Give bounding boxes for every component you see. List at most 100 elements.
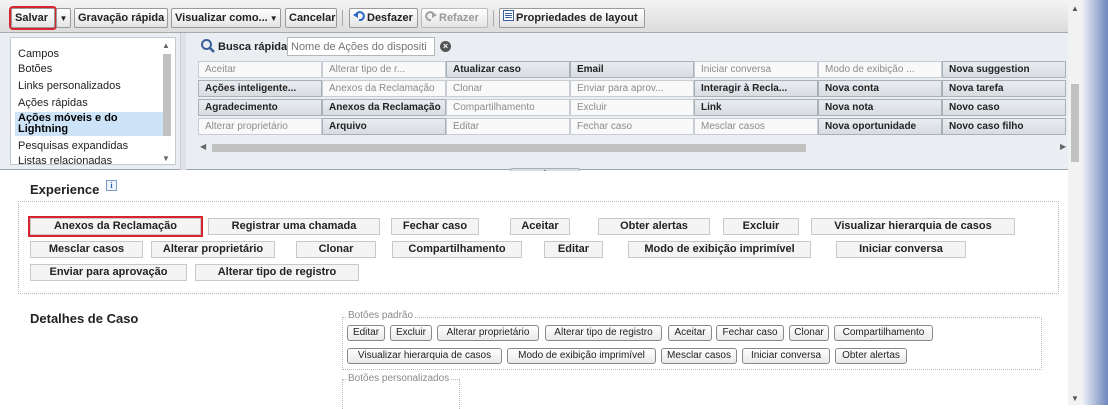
redo-button[interactable]: Refazer: [421, 8, 488, 28]
undo-button[interactable]: Desfazer: [349, 8, 418, 28]
scrollbar-thumb[interactable]: [163, 54, 171, 136]
standard-button[interactable]: Excluir: [390, 325, 432, 341]
scroll-right-icon[interactable]: ▶: [1060, 142, 1066, 151]
layout-properties-button[interactable]: Propriedades de layout: [499, 8, 645, 28]
standard-button[interactable]: Mesclar casos: [661, 348, 737, 364]
scroll-up-icon[interactable]: ▲: [1071, 4, 1079, 13]
layout-action-button[interactable]: Registrar uma chamada: [208, 218, 380, 235]
layout-action-button[interactable]: Obter alertas: [598, 218, 710, 235]
layout-editor-toolbar: Salvar ▼ Gravação rápida Visualizar como…: [0, 0, 1068, 33]
undo-icon: [353, 9, 365, 27]
layout-action-button[interactable]: Aceitar: [510, 218, 570, 235]
layout-action-button[interactable]: Alterar proprietário: [151, 241, 275, 258]
palette-action-item[interactable]: Compartilhamento: [446, 99, 570, 116]
page-layout-canvas: Experience i Detalhes de Caso Botões pad…: [0, 171, 1068, 409]
category-custom-links[interactable]: Links personalizados: [18, 81, 158, 92]
layout-action-button[interactable]: Clonar: [296, 241, 376, 258]
layout-action-button[interactable]: Mesclar casos: [30, 241, 143, 258]
redo-icon: [425, 9, 437, 27]
undo-label: Desfazer: [367, 12, 413, 24]
category-mobile-lightning-actions[interactable]: Ações móveis e do Lightning: [15, 112, 167, 136]
case-details-section-title: Detalhes de Caso: [30, 311, 139, 326]
layout-action-button[interactable]: Anexos da Reclamação: [28, 216, 203, 237]
palette-action-item[interactable]: Email: [570, 61, 694, 78]
layout-action-button[interactable]: Editar: [544, 241, 603, 258]
view-as-button[interactable]: Visualizar como... ▼: [171, 8, 281, 28]
category-fields[interactable]: Campos: [18, 49, 158, 60]
standard-button[interactable]: Iniciar conversa: [742, 348, 830, 364]
palette-action-item[interactable]: Atualizar caso: [446, 61, 570, 78]
palette-action-item[interactable]: Iniciar conversa: [694, 61, 818, 78]
toolbar-divider: [342, 10, 343, 26]
layout-action-button[interactable]: Excluir: [723, 218, 799, 235]
layout-action-button[interactable]: Modo de exibição imprimível: [628, 241, 811, 258]
palette-action-item[interactable]: Enviar para aprov...: [570, 80, 694, 97]
category-list-scrollbar[interactable]: ▲ ▼: [162, 41, 172, 163]
palette-action-item[interactable]: Ações inteligente...: [198, 80, 322, 97]
palette-action-item[interactable]: Alterar proprietário: [198, 118, 322, 135]
layout-properties-label: Propriedades de layout: [516, 12, 638, 24]
scroll-down-icon[interactable]: ▼: [1071, 394, 1079, 403]
palette-action-item[interactable]: Novo caso filho: [942, 118, 1066, 135]
standard-button[interactable]: Alterar tipo de registro: [545, 325, 662, 341]
palette-action-item[interactable]: Fechar caso: [570, 118, 694, 135]
palette-splitter[interactable]: [180, 33, 186, 170]
layout-action-button[interactable]: Iniciar conversa: [836, 241, 966, 258]
info-icon[interactable]: i: [106, 180, 117, 191]
scrollbar-thumb[interactable]: [212, 144, 806, 152]
standard-button[interactable]: Visualizar hierarquia de casos: [347, 348, 502, 364]
palette-action-item[interactable]: Anexos da Reclamação: [322, 80, 446, 97]
page-vertical-scrollbar[interactable]: ▲ ▼: [1068, 0, 1083, 405]
palette-action-item[interactable]: Modo de exibição ...: [818, 61, 942, 78]
palette-action-item[interactable]: Mesclar casos: [694, 118, 818, 135]
palette-category-list[interactable]: Campos Botões Links personalizados Ações…: [10, 37, 176, 167]
layout-action-button[interactable]: Fechar caso: [391, 218, 479, 235]
palette-action-item[interactable]: Aceitar: [198, 61, 322, 78]
layout-action-button[interactable]: Visualizar hierarquia de casos: [811, 218, 1015, 235]
palette-action-item[interactable]: Novo caso: [942, 99, 1066, 116]
standard-button[interactable]: Editar: [347, 325, 385, 341]
scroll-up-icon[interactable]: ▲: [162, 41, 170, 50]
quick-find-input[interactable]: [287, 37, 435, 56]
quick-find-label: Busca rápida: [218, 41, 288, 53]
palette-action-item[interactable]: Nova tarefa: [942, 80, 1066, 97]
view-as-label: Visualizar como...: [175, 12, 268, 24]
palette-action-item[interactable]: Nova conta: [818, 80, 942, 97]
palette-action-item[interactable]: Nova oportunidade: [818, 118, 942, 135]
palette-action-item[interactable]: Agradecimento: [198, 99, 322, 116]
save-dropdown-button[interactable]: ▼: [56, 8, 71, 28]
palette-action-item[interactable]: Arquivo: [322, 118, 446, 135]
standard-button[interactable]: Compartilhamento: [834, 325, 933, 341]
standard-button[interactable]: Fechar caso: [716, 325, 784, 341]
palette-horizontal-scrollbar[interactable]: ◀ ▶: [200, 142, 1068, 154]
scroll-left-icon[interactable]: ◀: [200, 142, 206, 151]
save-button[interactable]: Salvar: [9, 6, 57, 30]
scroll-down-icon[interactable]: ▼: [162, 154, 170, 163]
standard-button[interactable]: Modo de exibição imprimível: [507, 348, 656, 364]
category-quick-actions[interactable]: Ações rápidas: [18, 98, 158, 109]
palette-action-item[interactable]: Link: [694, 99, 818, 116]
palette-action-item[interactable]: Editar: [446, 118, 570, 135]
quick-save-button[interactable]: Gravação rápida: [74, 8, 168, 28]
standard-button[interactable]: Aceitar: [668, 325, 712, 341]
category-related-lists[interactable]: Listas relacionadas: [18, 156, 158, 167]
layout-action-button[interactable]: Alterar tipo de registro: [195, 264, 359, 281]
category-expanded-lookups[interactable]: Pesquisas expandidas: [18, 141, 158, 152]
palette-action-item[interactable]: Alterar tipo de r...: [322, 61, 446, 78]
palette-action-item[interactable]: Nova suggestion: [942, 61, 1066, 78]
palette-action-item[interactable]: Excluir: [570, 99, 694, 116]
standard-button[interactable]: Alterar proprietário: [437, 325, 539, 341]
palette-action-item[interactable]: Nova nota: [818, 99, 942, 116]
clear-search-icon[interactable]: ×: [440, 41, 451, 52]
cancel-button[interactable]: Cancelar: [285, 8, 337, 28]
search-icon: [200, 38, 216, 57]
category-buttons[interactable]: Botões: [18, 64, 158, 75]
layout-action-button[interactable]: Enviar para aprovação: [30, 264, 187, 281]
standard-button[interactable]: Clonar: [789, 325, 829, 341]
layout-action-button[interactable]: Compartilhamento: [392, 241, 522, 258]
palette-action-item[interactable]: Clonar: [446, 80, 570, 97]
palette-action-item[interactable]: Interagir à Recla...: [694, 80, 818, 97]
palette-action-item[interactable]: Anexos da Reclamação: [322, 99, 446, 116]
scrollbar-thumb[interactable]: [1071, 84, 1079, 162]
standard-button[interactable]: Obter alertas: [835, 348, 907, 364]
